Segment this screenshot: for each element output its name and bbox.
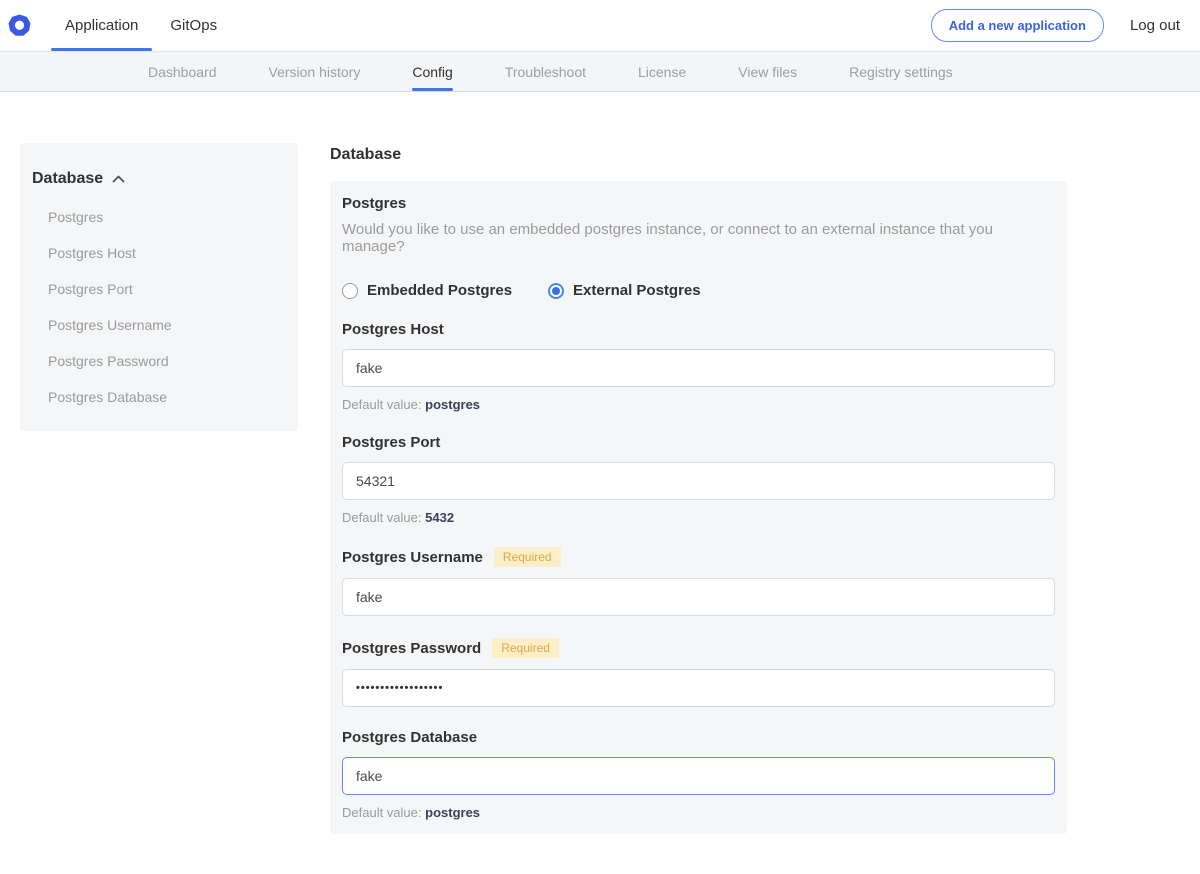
postgres-password-input[interactable] [342, 669, 1055, 707]
postgres-username-label-text: Postgres Username [342, 549, 483, 566]
subnav-item-version-history[interactable]: Version history [269, 52, 361, 91]
default-value-label: Default value: [342, 397, 422, 412]
config-main-content: Database Postgres Would you like to use … [330, 143, 1067, 874]
required-badge: Required [492, 638, 559, 658]
sidebar-item-postgres-password[interactable]: Postgres Password [32, 353, 286, 369]
postgres-port-default: Default value: 5432 [342, 510, 1055, 525]
subnav-item-view-files[interactable]: View files [738, 52, 797, 91]
postgres-port-label-text: Postgres Port [342, 434, 440, 451]
subnav-item-registry-settings-label: Registry settings [849, 64, 952, 80]
top-navigation-bar: Application GitOps Add a new application… [0, 0, 1200, 52]
radio-embedded-postgres-label: Embedded Postgres [367, 282, 512, 299]
sidebar-item-postgres-port[interactable]: Postgres Port [32, 281, 286, 297]
subnav-item-dashboard[interactable]: Dashboard [148, 52, 217, 91]
add-new-application-button[interactable]: Add a new application [931, 9, 1104, 42]
sidebar-item-postgres-host[interactable]: Postgres Host [32, 245, 286, 261]
postgres-port-label: Postgres Port [342, 434, 1055, 451]
subnav-item-view-files-label: View files [738, 64, 797, 80]
subnav-item-license[interactable]: License [638, 52, 686, 91]
subnav-item-dashboard-label: Dashboard [148, 64, 217, 80]
required-badge: Required [494, 547, 561, 567]
application-subnav: Dashboard Version history Config Trouble… [0, 52, 1200, 92]
sidebar-item-postgres-database[interactable]: Postgres Database [32, 389, 286, 405]
default-value-text: 5432 [425, 510, 454, 525]
sidebar-item-postgres[interactable]: Postgres [32, 209, 286, 225]
default-value-label: Default value: [342, 805, 422, 820]
default-value-label: Default value: [342, 510, 422, 525]
radio-external-postgres[interactable]: External Postgres [548, 282, 701, 299]
postgres-mode-radio-group: Embedded Postgres External Postgres [342, 282, 1055, 299]
subnav-item-troubleshoot-label: Troubleshoot [505, 64, 586, 80]
logout-link[interactable]: Log out [1130, 17, 1180, 34]
default-value-text: postgres [425, 805, 480, 820]
config-groups-sidebar: Database Postgres Postgres Host Postgres… [20, 143, 298, 431]
sidebar-item-postgres-username[interactable]: Postgres Username [32, 317, 286, 333]
postgres-section-help: Would you like to use an embedded postgr… [342, 221, 1055, 255]
chevron-up-icon [112, 175, 125, 183]
postgres-database-label: Postgres Database [342, 729, 1055, 746]
sidebar-group-database-label: Database [32, 170, 103, 188]
radio-external-postgres-label: External Postgres [573, 282, 701, 299]
postgres-username-label: Postgres Username Required [342, 547, 1055, 567]
postgres-database-default: Default value: postgres [342, 805, 1055, 820]
radio-unchecked-icon [342, 283, 358, 299]
tab-gitops-label: GitOps [170, 17, 217, 34]
postgres-section-title: Postgres [342, 195, 1055, 212]
database-config-card: Postgres Would you like to use an embedd… [330, 181, 1067, 834]
postgres-host-label-text: Postgres Host [342, 321, 444, 338]
subnav-item-config[interactable]: Config [412, 52, 452, 91]
topbar-right-actions: Add a new application Log out [931, 0, 1180, 51]
postgres-password-label: Postgres Password Required [342, 638, 1055, 658]
subnav-item-troubleshoot[interactable]: Troubleshoot [505, 52, 586, 91]
postgres-database-label-text: Postgres Database [342, 729, 477, 746]
postgres-username-input[interactable] [342, 578, 1055, 616]
radio-checked-icon [548, 283, 564, 299]
tab-gitops[interactable]: GitOps [154, 0, 233, 51]
subnav-item-config-label: Config [412, 64, 452, 80]
default-value-text: postgres [425, 397, 480, 412]
postgres-host-default: Default value: postgres [342, 397, 1055, 412]
postgres-database-input[interactable] [342, 757, 1055, 795]
radio-embedded-postgres[interactable]: Embedded Postgres [342, 282, 512, 299]
tab-application-label: Application [65, 17, 138, 34]
sidebar-group-database[interactable]: Database [32, 170, 286, 188]
subnav-item-registry-settings[interactable]: Registry settings [849, 52, 952, 91]
subnav-item-license-label: License [638, 64, 686, 80]
page-title: Database [330, 146, 1067, 164]
app-logo-icon[interactable] [8, 0, 31, 51]
config-page-layout: Database Postgres Postgres Host Postgres… [0, 92, 1200, 874]
postgres-port-input[interactable] [342, 462, 1055, 500]
postgres-host-input[interactable] [342, 349, 1055, 387]
tab-application[interactable]: Application [49, 0, 154, 51]
postgres-host-label: Postgres Host [342, 321, 1055, 338]
postgres-password-label-text: Postgres Password [342, 640, 481, 657]
subnav-item-version-history-label: Version history [269, 64, 361, 80]
